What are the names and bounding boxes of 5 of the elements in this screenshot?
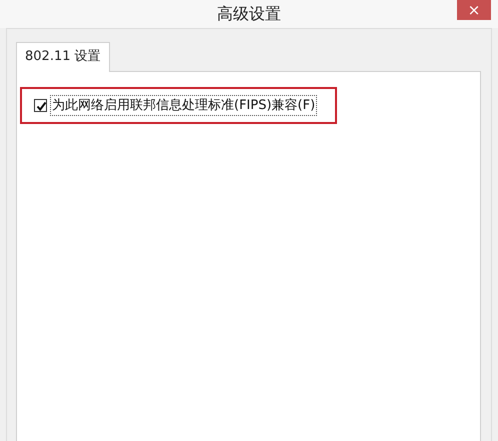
window-title: 高级设置 bbox=[217, 3, 281, 25]
checkbox[interactable] bbox=[34, 98, 47, 112]
tab[interactable]: 802.11 设置 bbox=[16, 42, 110, 72]
close-button[interactable]: × bbox=[457, 0, 491, 20]
checkbox-label[interactable]: 为此网络启用联邦信息处理标准(FIPS)兼容(F) bbox=[50, 94, 318, 116]
